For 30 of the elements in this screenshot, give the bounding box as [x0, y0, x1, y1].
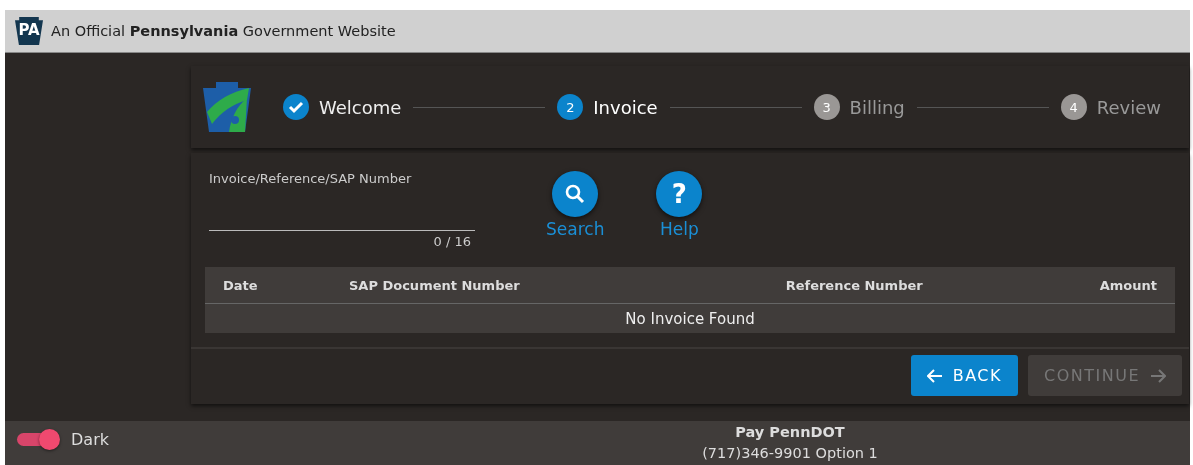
- keystone-logo: [203, 82, 251, 132]
- empty-message: No Invoice Found: [205, 303, 1175, 333]
- phone-number: (717)346-9901 Option 1: [702, 445, 878, 461]
- column-header: SAP Document Number: [330, 267, 700, 304]
- arrow-right-icon: [1150, 368, 1166, 383]
- back-button[interactable]: BACK: [910, 355, 1018, 396]
- column-header: Date: [205, 267, 331, 304]
- column-header: Amount: [1008, 267, 1175, 304]
- toggle-label: Dark: [71, 429, 109, 449]
- help-button[interactable]: ?: [656, 171, 703, 217]
- check-icon: [283, 94, 309, 120]
- theme-toggle[interactable]: [17, 429, 61, 449]
- arrow-left-icon: [926, 368, 943, 383]
- search-label[interactable]: Search: [546, 219, 605, 239]
- search-button[interactable]: [552, 171, 599, 217]
- step-label: Invoice: [593, 96, 658, 118]
- banner-text: An Official Pennsylvania Government Website: [51, 23, 396, 39]
- field-label: Invoice/Reference/SAP Number: [209, 171, 413, 186]
- step-label: Welcome: [319, 96, 402, 118]
- pa-logo: PA: [15, 17, 43, 45]
- footer-title: Pay PennDOT: [735, 424, 845, 440]
- step-label: Review: [1096, 96, 1161, 118]
- step-number: 3: [813, 94, 840, 120]
- help-label[interactable]: Help: [660, 219, 699, 239]
- step-number: 4: [1060, 94, 1087, 120]
- character-counter: 0 / 16: [433, 234, 471, 249]
- step-number: 2: [557, 94, 584, 120]
- step-label: Billing: [849, 96, 905, 118]
- search-icon: [564, 183, 587, 205]
- column-header: Reference Number: [699, 267, 1009, 304]
